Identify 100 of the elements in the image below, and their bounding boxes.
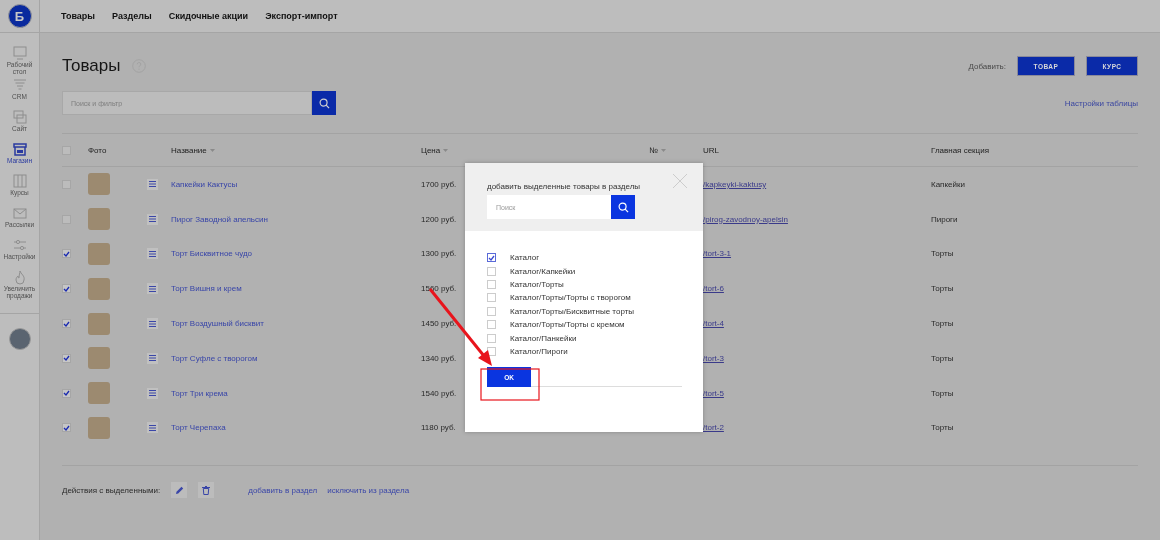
product-name-link[interactable]: Торт Суфле с творогом xyxy=(171,353,258,363)
section-checkbox[interactable] xyxy=(487,253,496,263)
section-option-label[interactable]: Каталог/Торты xyxy=(510,279,564,289)
envelope-icon xyxy=(11,205,28,221)
section-cell: Торты xyxy=(931,319,954,329)
menu-icon[interactable] xyxy=(147,213,158,225)
logo[interactable]: Б xyxy=(7,4,32,28)
search-button[interactable] xyxy=(312,91,336,115)
photo-placeholder xyxy=(88,208,110,231)
row-checkbox[interactable] xyxy=(62,284,71,294)
avatar[interactable] xyxy=(8,328,31,350)
section-option-label[interactable]: Каталог/Торты/Бисквитные торты xyxy=(510,306,635,316)
photo-placeholder xyxy=(88,312,110,335)
url-link[interactable]: /kapkeyki-kaktusy xyxy=(703,179,767,189)
section-checkbox[interactable] xyxy=(487,266,496,276)
section-option-label[interactable]: Каталог/Торты/Торты с творогом xyxy=(510,293,631,303)
section-option-label[interactable]: Каталог/Капкейки xyxy=(510,266,576,276)
table-settings-link[interactable]: Настройки таблицы xyxy=(1064,98,1138,108)
url-link[interactable]: /tort-3 xyxy=(703,353,724,363)
checkmark-icon xyxy=(63,320,70,327)
columns-icon xyxy=(11,173,28,189)
photo-placeholder xyxy=(88,382,110,405)
price-cell: 1540 руб. xyxy=(421,388,457,398)
row-checkbox[interactable] xyxy=(62,249,71,259)
nav-link[interactable]: Товары xyxy=(61,11,96,21)
menu-icon[interactable] xyxy=(147,422,158,434)
url-link[interactable]: /pirog-zavodnoy-apelsin xyxy=(703,214,788,224)
dialog-title: добавить выделенные товары в разделы xyxy=(487,182,642,191)
section-checkbox[interactable] xyxy=(487,306,496,316)
menu-icon[interactable] xyxy=(147,352,158,364)
row-checkbox[interactable] xyxy=(62,353,71,363)
menu-icon[interactable] xyxy=(147,283,158,295)
search-icon xyxy=(318,97,330,109)
checkmark-icon xyxy=(63,390,70,397)
nav-link[interactable]: Экспорт-импорт xyxy=(265,11,338,21)
sort-caret-icon xyxy=(443,148,449,152)
section-cell: Торты xyxy=(931,388,954,398)
highlight-frame xyxy=(480,368,540,401)
section-checkbox[interactable] xyxy=(487,279,496,289)
url-link[interactable]: /tort-6 xyxy=(703,284,724,294)
funnel-icon xyxy=(11,77,28,93)
price-cell: 1340 руб. xyxy=(421,353,457,363)
product-name-link[interactable]: Торт Бисквитное чудо xyxy=(171,249,253,259)
checkmark-icon xyxy=(63,424,70,431)
sort-caret-icon xyxy=(209,148,215,152)
sort-caret-icon xyxy=(660,148,666,152)
checkmark-icon xyxy=(488,254,495,261)
checkmark-icon xyxy=(63,285,70,292)
column-header: Фото xyxy=(88,145,107,155)
product-name-link[interactable]: Торт Три крема xyxy=(171,388,228,398)
section-checkbox[interactable] xyxy=(487,333,496,343)
action-link[interactable]: добавить в раздел xyxy=(248,485,318,495)
section-checkbox[interactable] xyxy=(487,320,496,330)
menu-icon[interactable] xyxy=(147,318,158,330)
store-icon xyxy=(11,141,28,157)
product-name-link[interactable]: Капкейки Кактусы xyxy=(171,179,238,189)
desktop-icon xyxy=(11,45,28,61)
product-name-link[interactable]: Пирог Заводной апельсин xyxy=(171,214,268,224)
add-label: Добавить: xyxy=(968,61,1006,71)
column-header[interactable]: Название xyxy=(171,145,207,155)
pencil-icon xyxy=(174,485,184,495)
section-cell: Торты xyxy=(931,353,954,363)
photo-placeholder xyxy=(88,416,110,439)
url-link[interactable]: /tort-2 xyxy=(703,423,724,433)
section-option-label[interactable]: Каталог xyxy=(510,253,540,263)
url-link[interactable]: /tort-3-1 xyxy=(703,249,731,259)
row-checkbox[interactable] xyxy=(62,388,71,398)
menu-icon[interactable] xyxy=(147,248,158,260)
product-name-link[interactable]: Торт Воздушный бисквит xyxy=(171,319,264,329)
menu-icon[interactable] xyxy=(147,387,158,399)
checkmark-icon xyxy=(63,251,70,257)
column-header[interactable]: Цена xyxy=(421,145,441,155)
section-cell: Пироги xyxy=(931,214,958,224)
section-option-label[interactable]: Каталог/Торты/Торты с кремом xyxy=(510,320,625,330)
price-cell: 1450 руб. xyxy=(421,319,457,329)
layers-icon xyxy=(11,109,28,125)
nav-link[interactable]: Разделы xyxy=(112,11,152,21)
row-checkbox[interactable] xyxy=(62,319,71,329)
product-name-link[interactable]: Торт Вишня и крем xyxy=(171,284,242,294)
dialog-search-button[interactable] xyxy=(611,195,635,219)
action-link[interactable]: исключить из раздела xyxy=(327,485,410,495)
column-header: Главная секция xyxy=(931,145,989,155)
price-cell: 1700 руб. xyxy=(421,179,457,189)
checkmark-icon xyxy=(63,355,70,362)
delete-button[interactable] xyxy=(198,482,215,499)
price-cell: 1200 руб. xyxy=(421,214,457,224)
url-link[interactable]: /tort-4 xyxy=(703,319,724,329)
section-checkbox[interactable] xyxy=(487,293,496,303)
menu-icon[interactable] xyxy=(147,178,158,190)
section-option-label[interactable]: Каталог/Пироги xyxy=(510,346,568,356)
edit-button[interactable] xyxy=(171,482,188,499)
column-header[interactable]: № xyxy=(649,145,658,155)
photo-placeholder xyxy=(88,347,110,370)
product-name-link[interactable]: Торт Черепаха xyxy=(171,423,226,433)
nav-link[interactable]: Скидочные акции xyxy=(168,11,249,21)
price-cell: 1560 руб. xyxy=(421,284,457,294)
row-checkbox[interactable] xyxy=(62,423,71,433)
section-option-label[interactable]: Каталог/Панкейки xyxy=(510,333,577,343)
url-link[interactable]: /tort-5 xyxy=(703,388,724,398)
photo-placeholder xyxy=(88,173,110,196)
